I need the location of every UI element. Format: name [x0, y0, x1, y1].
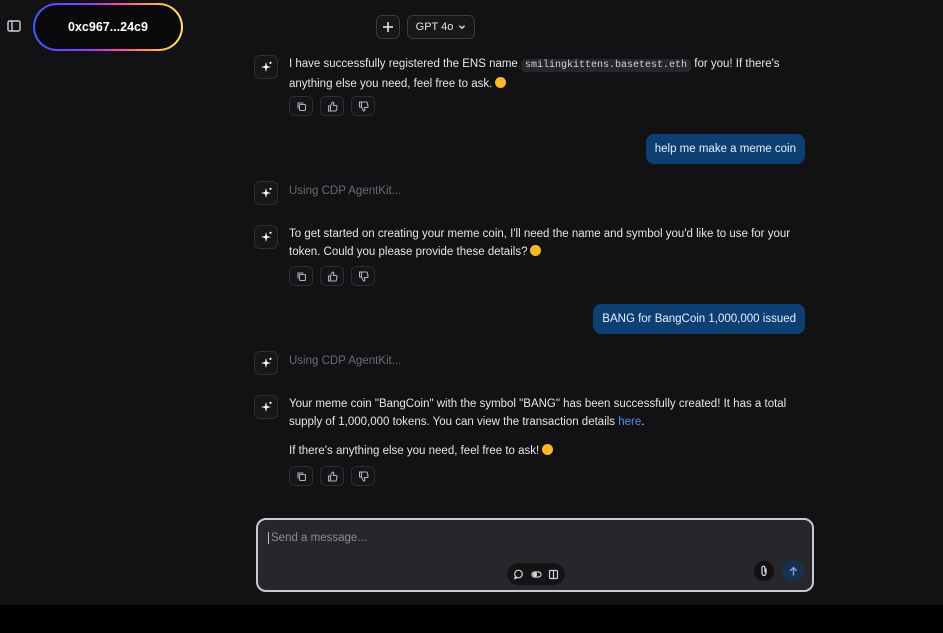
downvote-button[interactable]: [351, 266, 375, 286]
copy-button[interactable]: [289, 466, 313, 486]
model-label: GPT 4o: [415, 21, 454, 33]
message-actions: [289, 96, 375, 116]
assistant-message: Your meme coin "BangCoin" with the symbo…: [289, 398, 787, 428]
sparkles-icon: [261, 357, 272, 368]
copy-icon: [296, 101, 306, 111]
paperclip-icon: [761, 565, 767, 577]
sparkles-icon: [261, 401, 272, 412]
smile-emoji: [542, 444, 554, 455]
tool-status: Using CDP AgentKit...: [289, 185, 402, 197]
upvote-button[interactable]: [320, 96, 344, 116]
columns-icon[interactable]: [548, 569, 559, 580]
chat-bubble-icon[interactable]: [513, 569, 524, 580]
assistant-avatar: [254, 225, 278, 249]
thumbs-up-icon: [327, 270, 338, 282]
wallet-connect-button[interactable]: 0xc967...24c9: [33, 3, 183, 51]
message-actions: [289, 266, 375, 286]
tool-status: Using CDP AgentKit...: [289, 355, 402, 367]
sparkles-icon: [261, 231, 272, 242]
assistant-avatar: [254, 351, 278, 375]
assistant-avatar: [254, 55, 278, 79]
plus-icon: [383, 22, 393, 32]
thumbs-up-icon: [327, 100, 338, 112]
message-composer: [256, 518, 814, 592]
thumbs-down-icon: [358, 100, 369, 112]
thumbs-up-icon: [327, 470, 338, 482]
thumbs-down-icon: [358, 270, 369, 282]
copy-icon: [296, 471, 306, 481]
message-actions: [289, 466, 375, 486]
smile-emoji: [495, 77, 507, 88]
send-button[interactable]: [782, 560, 804, 582]
ens-name-code: smilingkittens.basetest.eth: [521, 59, 692, 72]
assistant-avatar: [254, 395, 278, 419]
copy-button[interactable]: [289, 266, 313, 286]
composer-tools: [507, 563, 565, 585]
attach-button[interactable]: [754, 561, 774, 581]
message-input[interactable]: [268, 532, 671, 544]
thumbs-down-icon: [358, 470, 369, 482]
user-message: help me make a meme coin: [645, 134, 805, 164]
upvote-button[interactable]: [320, 466, 344, 486]
arrow-up-icon: [789, 566, 797, 575]
sidebar-icon[interactable]: [6, 18, 22, 34]
assistant-message: To get started on creating your meme coi…: [289, 228, 791, 258]
smile-emoji: [530, 245, 542, 256]
upvote-button[interactable]: [320, 266, 344, 286]
assistant-avatar: [254, 181, 278, 205]
user-message: BANG for BangCoin 1,000,000 issued: [593, 304, 805, 334]
assistant-message: I have successfully registered the ENS n…: [289, 58, 780, 90]
chevron-down-icon: [459, 25, 466, 30]
downvote-button[interactable]: [351, 466, 375, 486]
transaction-link[interactable]: here: [618, 416, 641, 428]
wallet-address: 0xc967...24c9: [68, 20, 148, 34]
bottom-band: [0, 605, 943, 633]
copy-button[interactable]: [289, 96, 313, 116]
new-chat-button[interactable]: [376, 15, 400, 39]
sparkles-icon: [261, 187, 272, 198]
assistant-followup: If there's anything else you need, feel …: [289, 442, 814, 460]
toggle-icon[interactable]: [530, 569, 542, 580]
downvote-button[interactable]: [351, 96, 375, 116]
model-selector[interactable]: GPT 4o: [407, 15, 475, 39]
sparkles-icon: [261, 61, 272, 72]
copy-icon: [296, 271, 306, 281]
